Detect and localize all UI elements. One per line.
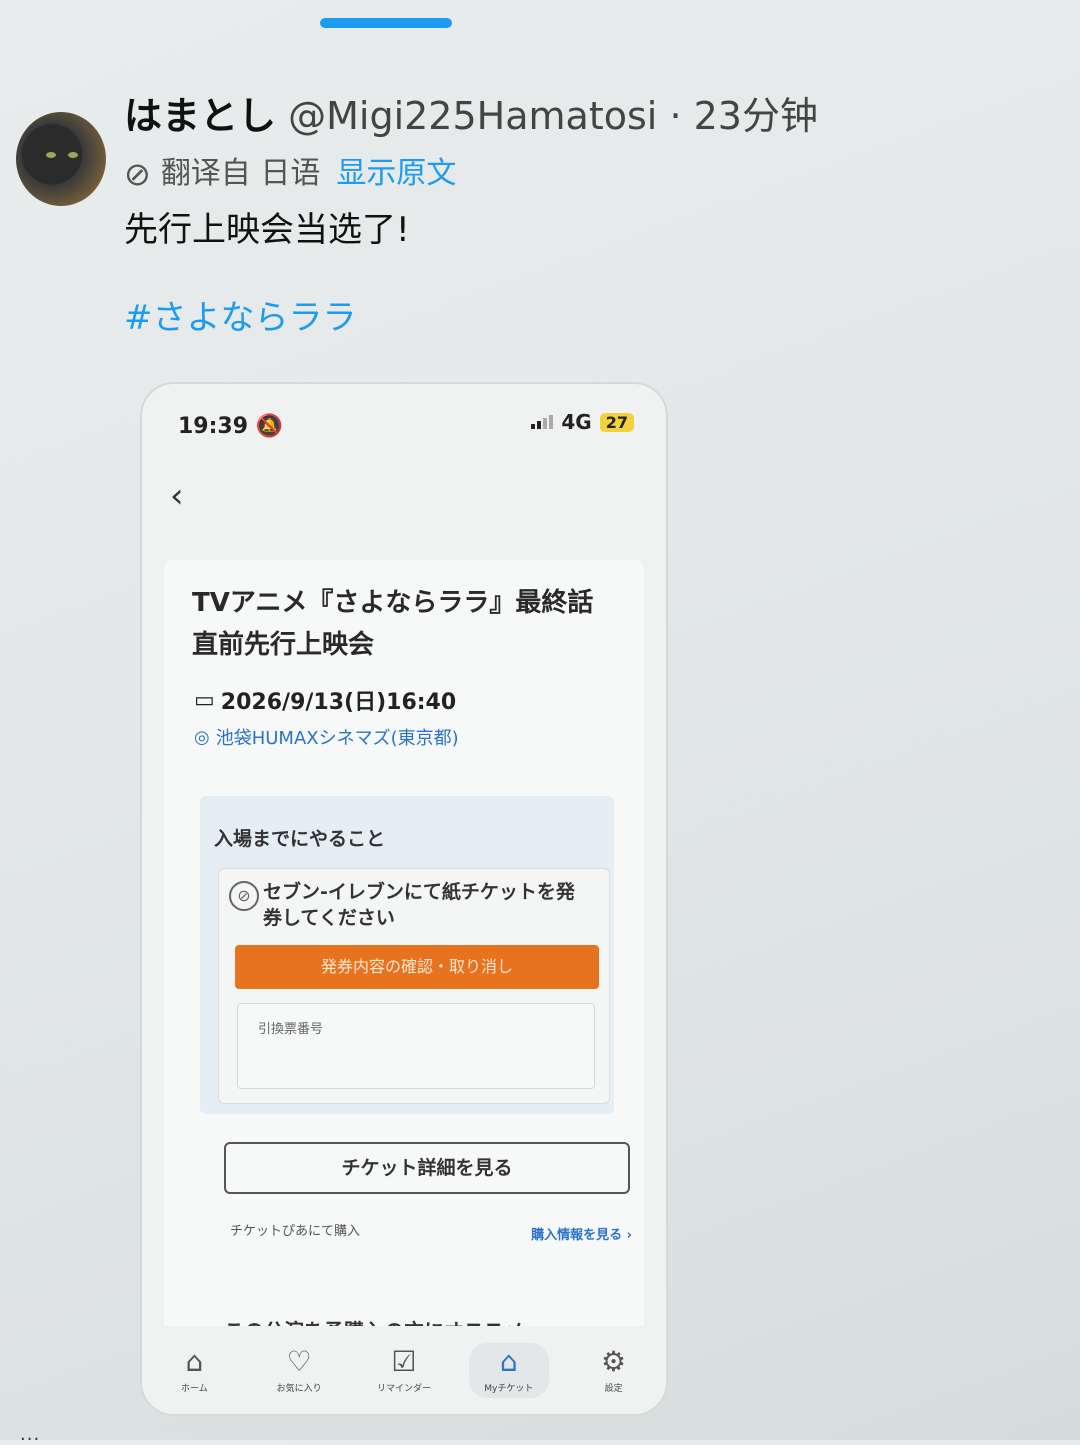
todo-item: ⊘ セブン-イレブンにて紙チケットを発券してください 発券内容の確認・取り消し … xyxy=(218,868,610,1104)
hashtag-link[interactable]: #さよならララ xyxy=(124,296,1024,340)
event-date: ▭ 2026/9/13(日)16:40 xyxy=(194,687,457,716)
exchange-number-field: 引換票番号 xyxy=(237,1003,595,1089)
confirm-cancel-button: 発券内容の確認・取り消し xyxy=(235,945,599,989)
calendar-icon: ▭ xyxy=(194,687,215,713)
translate-icon: ⊘ xyxy=(124,155,151,193)
tab-my-ticket: ⌂ Myチケット xyxy=(468,1342,549,1398)
top-accent-bar xyxy=(320,18,452,28)
todo-section: 入場までにやること ⊘ セブン-イレブンにて紙チケットを発券してください 発券内… xyxy=(200,796,614,1114)
event-card: TVアニメ『さよならララ』最終話 直前先行上映会 ▭ 2026/9/13(日)1… xyxy=(164,560,644,1414)
checkbox-icon: ☑ xyxy=(391,1344,417,1378)
tweet-text: 先行上映会当选了! xyxy=(124,210,410,250)
event-title: TVアニメ『さよならララ』最終話 直前先行上映会 xyxy=(192,588,594,660)
display-name[interactable]: はまとし xyxy=(124,94,276,138)
tweet-header: はまとし @Migi225Hamatosi · 23分钟 xyxy=(124,92,1024,140)
avatar-eye xyxy=(68,152,78,158)
more-dots-icon[interactable]: ... xyxy=(20,1424,40,1445)
tweet-time[interactable]: 23分钟 xyxy=(694,94,818,138)
location-pin-icon: ◎ xyxy=(194,726,210,748)
event-venue: ◎ 池袋HUMAXシネマズ(東京都) xyxy=(194,726,459,750)
separator: · xyxy=(669,94,682,138)
tab-home: ⌂ ホーム xyxy=(181,1344,208,1394)
todo-message: セブン-イレブンにて紙チケットを発券してください xyxy=(263,881,575,929)
translation-row: ⊘ 翻译自 日语 显示原文 xyxy=(124,154,1024,194)
status-time: 19:39 🔕 xyxy=(178,414,284,439)
purchase-info-link: 購入情報を見る › xyxy=(531,1228,632,1243)
show-original-link[interactable]: 显示原文 xyxy=(336,154,456,194)
tweet: はまとし @Migi225Hamatosi · 23分钟 ⊘ 翻译自 日语 显示… xyxy=(124,92,1024,340)
tab-reminder: ☑ リマインダー xyxy=(376,1344,431,1394)
ticket-icon: ⌂ xyxy=(499,1344,518,1378)
battery-icon: 27 xyxy=(599,412,634,432)
status-indicators: 4G 27 xyxy=(531,410,634,434)
avatar-eye xyxy=(46,152,56,158)
tab-favorites: ♡ お気に入り xyxy=(276,1344,322,1394)
embedded-screenshot[interactable]: 19:39 🔕 4G 27 ‹ TVアニメ『さよならララ』最終話 直前先行上映会… xyxy=(140,382,668,1416)
chevron-right-icon: › xyxy=(626,1228,632,1243)
signal-icon xyxy=(531,415,554,429)
gear-icon: ⚙ xyxy=(601,1344,627,1378)
exchange-number-label: 引換票番号 xyxy=(258,1022,324,1037)
bell-muted-icon: 🔕 xyxy=(255,414,284,439)
tab-settings: ⚙ 設定 xyxy=(601,1344,627,1394)
user-handle[interactable]: @Migi225Hamatosi xyxy=(288,94,657,138)
heart-icon: ♡ xyxy=(286,1344,312,1378)
ticket-detail-button: チケット詳細を見る xyxy=(224,1142,630,1194)
back-chevron-icon: ‹ xyxy=(170,476,184,516)
avatar[interactable] xyxy=(16,112,106,206)
tab-bar: ⌂ ホーム ♡ お気に入り ☑ リマインダー ⌂ Myチケット ⚙ 設定 xyxy=(142,1326,666,1414)
translated-from-label: 翻译自 日语 xyxy=(160,156,321,191)
network-label: 4G xyxy=(561,410,592,434)
purchased-via-label: チケットぴあにて購入 xyxy=(230,1224,361,1239)
home-icon: ⌂ xyxy=(185,1344,204,1378)
todo-title: 入場までにやること xyxy=(214,828,386,850)
ticket-cancel-icon: ⊘ xyxy=(229,881,259,911)
